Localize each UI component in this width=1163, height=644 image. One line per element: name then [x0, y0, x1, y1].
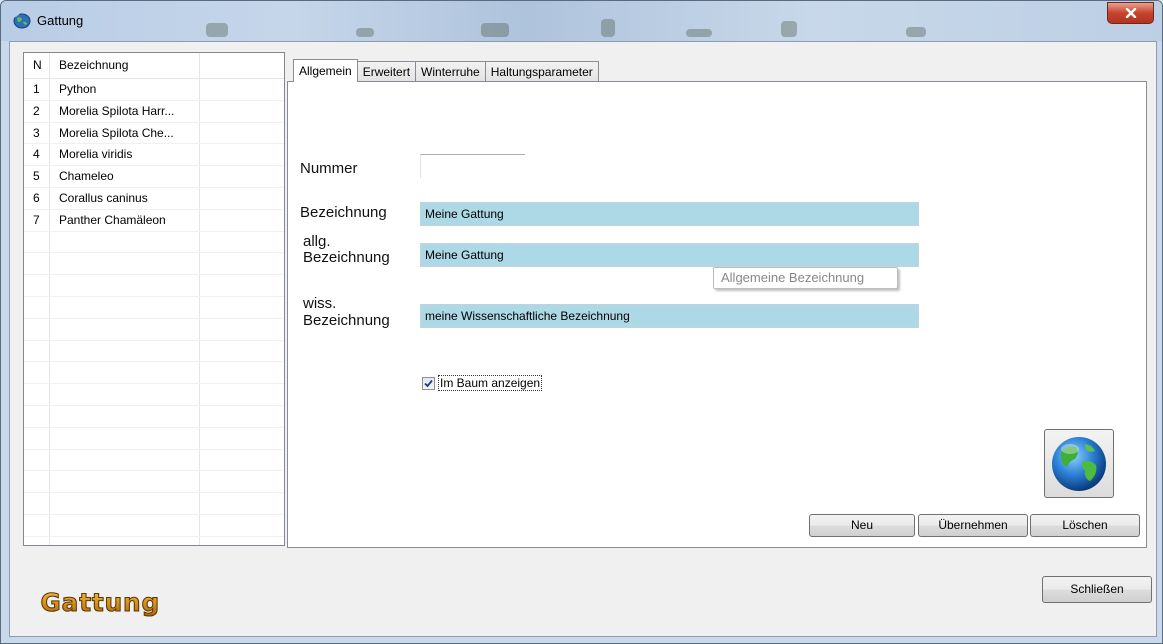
row-name: Corallus caninus	[50, 187, 200, 209]
title-decoration	[906, 27, 926, 37]
window-title: Gattung	[37, 13, 84, 28]
row-name: Panther Chamäleon	[50, 209, 200, 231]
app-window: Gattung N Bezeichnung 1 Python 2 Morelia S…	[0, 0, 1163, 644]
row-empty	[200, 79, 284, 100]
row-number: 1	[24, 79, 50, 100]
row-number: 7	[24, 209, 50, 231]
list-item[interactable]: 6 Corallus caninus	[24, 187, 284, 210]
column-header-bezeichnung[interactable]: Bezeichnung	[50, 53, 200, 78]
list-item[interactable]: 7 Panther Chamäleon	[24, 209, 284, 232]
row-empty	[200, 166, 284, 187]
row-name: Chameleo	[50, 166, 200, 187]
loeschen-button[interactable]: Löschen	[1030, 514, 1140, 537]
title-decoration	[686, 29, 712, 37]
list-item[interactable]: 5 Chameleo	[24, 166, 284, 188]
empty-row	[24, 231, 284, 254]
list-item[interactable]: 4 Morelia viridis	[24, 144, 284, 167]
tab-winterruhe[interactable]: Winterruhe	[415, 61, 486, 81]
tab-allgemein[interactable]: Allgemein	[293, 59, 358, 82]
wiss-bezeichnung-field[interactable]: meine Wissenschaftliche Bezeichnung	[420, 304, 919, 328]
tab-haltungsparameter[interactable]: Haltungsparameter	[484, 61, 599, 81]
uebernehmen-button[interactable]: Übernehmen	[918, 514, 1028, 537]
nummer-label: Nummer	[300, 160, 358, 177]
close-button[interactable]	[1107, 2, 1154, 24]
bezeichnung-field[interactable]: Meine Gattung	[420, 202, 919, 226]
empty-row	[24, 449, 284, 472]
title-decoration	[481, 23, 509, 37]
tab-strip: Allgemein Erweitert Winterruhe Haltungsp…	[293, 59, 599, 82]
empty-row	[24, 514, 284, 537]
row-empty	[200, 210, 284, 231]
row-name: Morelia Spilota Che...	[50, 122, 200, 144]
allg-label-line1: allg.	[303, 233, 331, 250]
empty-row	[24, 275, 284, 297]
im-baum-checkbox[interactable]	[422, 376, 435, 390]
row-empty	[200, 123, 284, 144]
empty-row	[24, 427, 284, 450]
allg-label-line2: Bezeichnung	[303, 249, 390, 266]
nummer-field[interactable]	[420, 154, 525, 178]
list-item[interactable]: 1 Python	[24, 79, 284, 101]
empty-row	[24, 405, 284, 428]
neu-button[interactable]: Neu	[809, 514, 915, 537]
list-header: N Bezeichnung	[24, 53, 284, 79]
title-decoration	[206, 23, 228, 37]
app-globe-icon	[13, 13, 31, 29]
row-number: 2	[24, 100, 50, 122]
row-number: 3	[24, 122, 50, 144]
row-empty	[200, 101, 284, 122]
gattung-list[interactable]: N Bezeichnung 1 Python 2 Morelia Spilota H…	[23, 52, 285, 546]
row-empty	[200, 144, 284, 165]
title-decoration	[356, 28, 374, 37]
gattung-logo: Gattung	[40, 588, 161, 617]
row-number: 4	[24, 144, 50, 166]
column-header-empty[interactable]	[200, 53, 284, 78]
tab-erweitert[interactable]: Erweitert	[356, 61, 417, 81]
client-area: N Bezeichnung 1 Python 2 Morelia Spilota H…	[9, 41, 1157, 637]
im-baum-checkbox-row[interactable]: Im Baum anzeigen	[422, 375, 543, 391]
empty-row	[24, 362, 284, 385]
close-icon	[1125, 8, 1136, 18]
globe-icon	[1052, 436, 1106, 491]
wiss-label-line2: Bezeichnung	[303, 312, 390, 329]
empty-row	[24, 493, 284, 515]
empty-row	[24, 296, 284, 319]
title-decoration	[781, 21, 797, 37]
tooltip: Allgemeine Bezeichnung	[713, 267, 898, 289]
title-decoration	[601, 19, 615, 37]
list-item[interactable]: 3 Morelia Spilota Che...	[24, 122, 284, 145]
row-number: 5	[24, 166, 50, 187]
wiss-label-line1: wiss.	[303, 295, 337, 312]
checkmark-icon	[424, 379, 433, 387]
im-baum-label: Im Baum anzeigen	[438, 375, 543, 391]
bezeichnung-label: Bezeichnung	[300, 204, 387, 221]
title-bar[interactable]: Gattung	[1, 1, 1162, 41]
empty-row	[24, 536, 284, 545]
empty-row	[24, 471, 284, 494]
empty-row	[24, 318, 284, 341]
tab-panel-allgemein: Nummer Bezeichnung Meine Gattung allg. B…	[287, 81, 1147, 548]
list-item[interactable]: 2 Morelia Spilota Harr...	[24, 100, 284, 123]
row-name: Morelia Spilota Harr...	[50, 100, 200, 122]
row-empty	[200, 188, 284, 209]
list-rows: 1 Python 2 Morelia Spilota Harr... 3 Moreli…	[24, 79, 284, 545]
logo-text: Gattung	[41, 588, 161, 617]
row-name: Python	[50, 79, 200, 100]
allg-bezeichnung-field[interactable]: Meine Gattung	[420, 243, 919, 267]
row-number: 6	[24, 187, 50, 209]
empty-row	[24, 253, 284, 276]
empty-row	[24, 340, 284, 363]
row-name: Morelia viridis	[50, 144, 200, 166]
schliessen-button[interactable]: Schließen	[1042, 576, 1152, 603]
empty-row	[24, 384, 284, 406]
column-header-n[interactable]: N	[24, 53, 50, 78]
globe-button[interactable]	[1044, 429, 1114, 498]
